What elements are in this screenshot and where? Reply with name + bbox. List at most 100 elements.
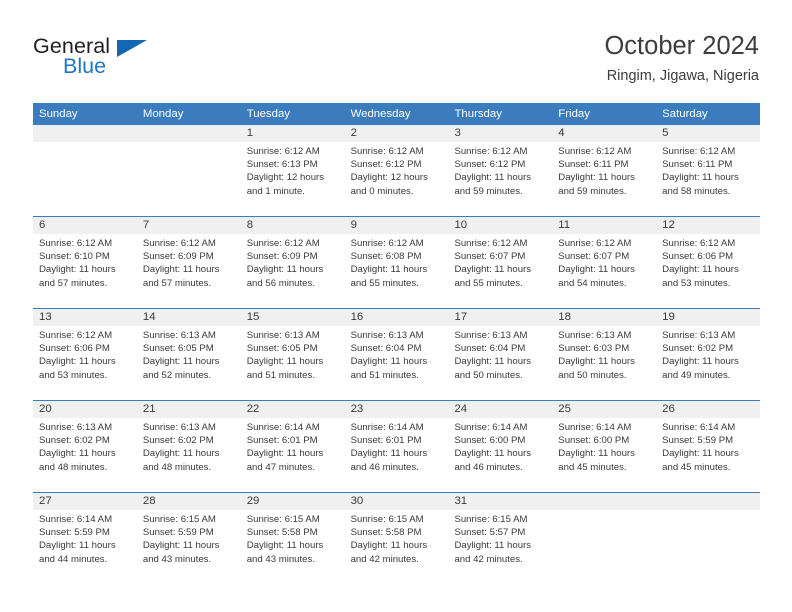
day-number[interactable]: 22 [241, 401, 345, 418]
sunrise-text: Sunrise: 6:13 AM [350, 330, 424, 341]
day-number[interactable]: 13 [33, 309, 137, 326]
day-number[interactable]: 28 [137, 493, 241, 510]
sunset-text: Sunset: 6:10 PM [39, 251, 110, 263]
sunrise-text: Sunrise: 6:12 AM [454, 238, 528, 249]
sunrise-text: Sunrise: 6:12 AM [39, 238, 113, 249]
day-cell[interactable]: Sunrise: 6:12 AM Sunset: 6:06 PM Daylight:… [656, 234, 760, 308]
daylight-text-line1: Daylight: 11 hours [558, 264, 635, 276]
day-cell[interactable]: Sunrise: 6:14 AM Sunset: 5:59 PM Daylight:… [33, 510, 137, 584]
daylight-text-line1: Daylight: 11 hours [454, 264, 532, 276]
day-cell[interactable]: Sunrise: 6:12 AM Sunset: 6:06 PM Daylight:… [33, 326, 137, 400]
day-number[interactable]: 4 [552, 125, 656, 142]
day-cell[interactable]: Sunrise: 6:13 AM Sunset: 6:02 PM Daylight:… [137, 418, 241, 492]
day-cell[interactable]: Sunrise: 6:12 AM Sunset: 6:11 PM Daylight:… [656, 142, 760, 216]
day-cell[interactable]: Sunrise: 6:15 AM Sunset: 5:58 PM Daylight:… [345, 510, 449, 584]
day-cell[interactable]: Sunrise: 6:14 AM Sunset: 5:59 PM Daylight:… [656, 418, 760, 492]
day-number[interactable]: 6 [33, 217, 137, 234]
day-cell[interactable]: Sunrise: 6:12 AM Sunset: 6:08 PM Daylight:… [345, 234, 449, 308]
daylight-text-line1: Daylight: 11 hours [142, 264, 220, 276]
daylight-text-line2: and 47 minutes. [246, 461, 315, 473]
calendar-grid: Sunday Monday Tuesday Wednesday Thursday… [33, 103, 760, 584]
day-number[interactable]: 26 [656, 401, 760, 418]
day-cell[interactable]: Sunrise: 6:15 AM Sunset: 5:58 PM Daylight:… [241, 510, 345, 584]
day-number[interactable]: 8 [241, 217, 345, 234]
day-number[interactable]: 12 [656, 217, 760, 234]
day-number[interactable]: 11 [552, 217, 656, 234]
day-number[interactable]: 9 [345, 217, 449, 234]
day-number[interactable]: 19 [656, 309, 760, 326]
sunset-text: Sunset: 6:02 PM [662, 343, 734, 355]
day-number[interactable]: 14 [137, 309, 241, 326]
daylight-text-line2: and 55 minutes. [350, 277, 419, 289]
day-cell[interactable]: Sunrise: 6:15 AM Sunset: 5:57 PM Daylight:… [448, 510, 552, 584]
location-subtitle: Ringim, Jigawa, Nigeria [606, 68, 759, 85]
daylight-text-line1: Daylight: 11 hours [350, 264, 428, 276]
day-cell[interactable]: Sunrise: 6:14 AM Sunset: 6:00 PM Daylight:… [448, 418, 552, 492]
sunset-text: Sunset: 6:06 PM [39, 343, 110, 355]
day-cell[interactable]: Sunrise: 6:12 AM Sunset: 6:07 PM Daylight:… [448, 234, 552, 308]
daylight-text-line1: Daylight: 11 hours [142, 448, 220, 460]
day-number[interactable]: 15 [241, 309, 345, 326]
day-cell[interactable]: Sunrise: 6:12 AM Sunset: 6:10 PM Daylight:… [33, 234, 137, 308]
day-cell[interactable]: Sunrise: 6:14 AM Sunset: 6:01 PM Daylight:… [241, 418, 345, 492]
day-number-empty [33, 125, 137, 142]
day-number[interactable]: 16 [345, 309, 449, 326]
daylight-text-line1: Daylight: 11 hours [454, 448, 532, 460]
sunset-text: Sunset: 6:11 PM [662, 159, 733, 171]
brand-logo[interactable]: General Blue [33, 35, 273, 86]
day-cell[interactable]: Sunrise: 6:14 AM Sunset: 6:01 PM Daylight:… [345, 418, 449, 492]
sunrise-text: Sunrise: 6:15 AM [454, 514, 528, 525]
calendar-week-row: 1 2 3 4 5 Sunrise: 6:12 AM Sunset: 6:13 PM Dayl… [33, 125, 760, 216]
day-cell[interactable]: Sunrise: 6:13 AM Sunset: 6:04 PM Daylight:… [448, 326, 552, 400]
day-number[interactable]: 7 [137, 217, 241, 234]
day-number[interactable]: 17 [448, 309, 552, 326]
day-number[interactable]: 2 [345, 125, 449, 142]
day-cell[interactable]: Sunrise: 6:13 AM Sunset: 6:05 PM Daylight:… [241, 326, 345, 400]
daylight-text-line1: Daylight: 11 hours [142, 540, 220, 552]
sunset-text: Sunset: 6:13 PM [246, 159, 318, 171]
day-number[interactable]: 20 [33, 401, 137, 418]
day-cell[interactable]: Sunrise: 6:12 AM Sunset: 6:09 PM Daylight:… [137, 234, 241, 308]
day-cell[interactable]: Sunrise: 6:13 AM Sunset: 6:03 PM Daylight:… [552, 326, 656, 400]
sunset-text: Sunset: 5:59 PM [662, 435, 734, 447]
dow-thursday: Thursday [454, 108, 502, 120]
day-number[interactable]: 3 [448, 125, 552, 142]
day-number[interactable]: 1 [241, 125, 345, 142]
daylight-text-line1: Daylight: 11 hours [662, 264, 739, 276]
daylight-text-line2: and 45 minutes. [558, 461, 627, 473]
daylight-text-line1: Daylight: 11 hours [662, 356, 739, 368]
day-cell[interactable]: Sunrise: 6:13 AM Sunset: 6:05 PM Daylight:… [137, 326, 241, 400]
daylight-text-line2: and 49 minutes. [662, 369, 731, 381]
day-cell[interactable]: Sunrise: 6:15 AM Sunset: 5:59 PM Daylight:… [137, 510, 241, 584]
day-number-empty [137, 125, 241, 142]
day-number[interactable]: 30 [345, 493, 449, 510]
day-cell[interactable]: Sunrise: 6:12 AM Sunset: 6:12 PM Daylight:… [448, 142, 552, 216]
sunrise-text: Sunrise: 6:13 AM [39, 422, 113, 433]
day-cell[interactable]: Sunrise: 6:14 AM Sunset: 6:00 PM Daylight:… [552, 418, 656, 492]
day-number[interactable]: 24 [448, 401, 552, 418]
day-cell[interactable]: Sunrise: 6:12 AM Sunset: 6:11 PM Daylight:… [552, 142, 656, 216]
day-number[interactable]: 25 [552, 401, 656, 418]
day-number[interactable]: 29 [241, 493, 345, 510]
daylight-text-line2: and 50 minutes. [558, 369, 627, 381]
daylight-text-line2: and 48 minutes. [142, 461, 212, 473]
day-number[interactable]: 31 [448, 493, 552, 510]
daylight-text-line2: and 57 minutes. [39, 277, 108, 289]
day-cell[interactable]: Sunrise: 6:12 AM Sunset: 6:12 PM Daylight:… [345, 142, 449, 216]
day-cell[interactable]: Sunrise: 6:13 AM Sunset: 6:04 PM Daylight:… [345, 326, 449, 400]
week-day-numbers: 6 7 8 9 10 11 12 [33, 217, 760, 234]
day-cell[interactable]: Sunrise: 6:12 AM Sunset: 6:07 PM Daylight:… [552, 234, 656, 308]
week-day-details: Sunrise: 6:12 AM Sunset: 6:10 PM Daylight:… [33, 234, 760, 308]
day-number[interactable]: 21 [137, 401, 241, 418]
day-cell[interactable]: Sunrise: 6:13 AM Sunset: 6:02 PM Daylight:… [656, 326, 760, 400]
day-number[interactable]: 27 [33, 493, 137, 510]
day-number[interactable]: 18 [552, 309, 656, 326]
day-number[interactable]: 10 [448, 217, 552, 234]
day-cell[interactable]: Sunrise: 6:13 AM Sunset: 6:02 PM Daylight:… [33, 418, 137, 492]
day-number[interactable]: 5 [656, 125, 760, 142]
title-block: October 2024 Ringim, Jigawa, Nigeria [604, 32, 759, 86]
day-cell[interactable]: Sunrise: 6:12 AM Sunset: 6:09 PM Daylight:… [241, 234, 345, 308]
day-number[interactable]: 23 [345, 401, 449, 418]
day-cell[interactable]: Sunrise: 6:12 AM Sunset: 6:13 PM Daylight:… [241, 142, 345, 216]
daylight-text-line1: Daylight: 11 hours [39, 540, 116, 552]
